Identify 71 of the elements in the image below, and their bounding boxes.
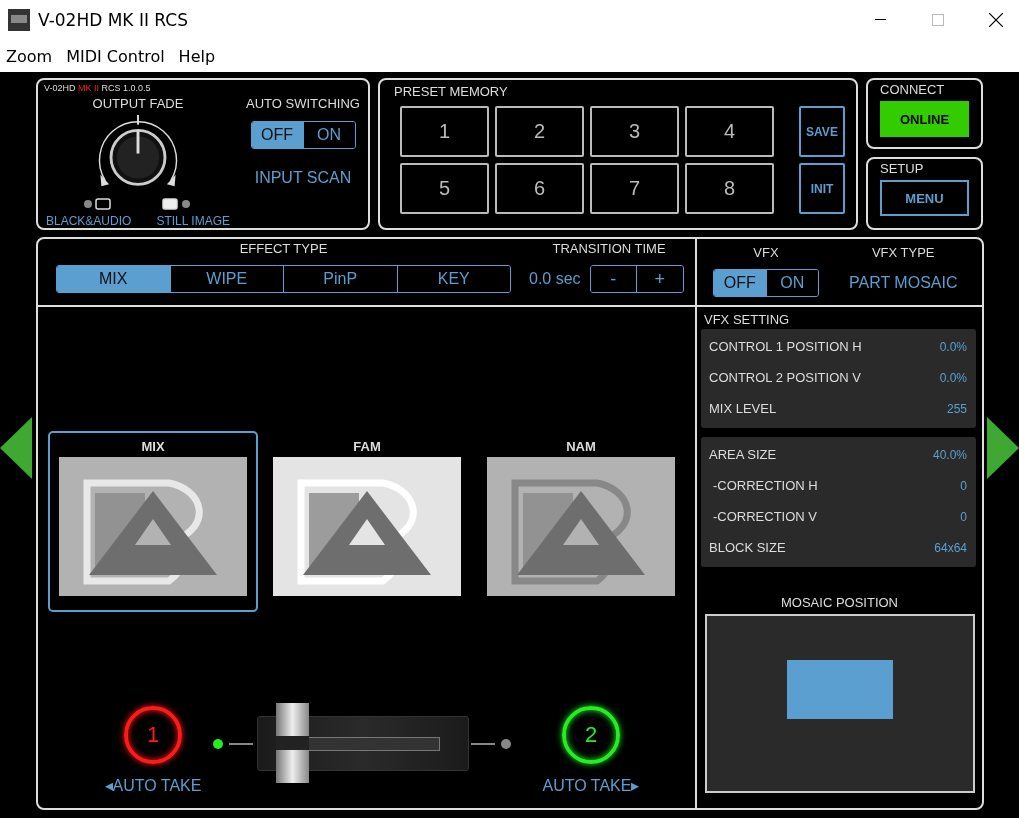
setting-label: CONTROL 1 POSITION H	[709, 339, 862, 354]
output-fade-label: OUTPUT FADE	[92, 96, 184, 111]
toggle-option[interactable]: ON	[765, 270, 818, 296]
setting-value[interactable]: 64x64	[934, 540, 967, 555]
mosaic-position-pad[interactable]	[705, 614, 975, 793]
effect-tab[interactable]: MIX	[57, 266, 170, 292]
minimize-icon[interactable]	[874, 19, 886, 21]
vfx-label: VFX	[753, 245, 779, 260]
mosaic-position-label: MOSAIC POSITION	[781, 595, 898, 610]
auto-switching-label: AUTO SWITCHING	[246, 96, 360, 111]
setting-label: BLOCK SIZE	[709, 540, 786, 555]
online-button[interactable]: ONLINE	[880, 101, 969, 137]
version-label: V-02HD MK II RCS 1.0.0.5	[44, 83, 151, 93]
toggle-option[interactable]: OFF	[251, 122, 303, 148]
bus-button[interactable]: 2	[562, 706, 620, 764]
menu-button[interactable]: MENU	[880, 180, 969, 216]
fader-handle[interactable]	[276, 703, 309, 783]
transition-time-value: 0.0 sec	[529, 270, 581, 288]
preset-memory-label: PRESET MEMORY	[394, 84, 508, 99]
preset-button[interactable]: 1	[400, 106, 489, 157]
setting-value[interactable]: 0.0%	[939, 370, 967, 385]
preset-action-button[interactable]: SAVE	[799, 106, 845, 157]
effect-tab[interactable]: KEY	[396, 266, 510, 292]
preset-button[interactable]: 3	[590, 106, 679, 157]
vfx-setting-label: VFX SETTING	[704, 312, 790, 327]
preset-button[interactable]: 8	[685, 163, 774, 214]
next-arrow-icon[interactable]	[987, 417, 1019, 479]
preview-card[interactable]: MIX	[48, 431, 258, 612]
toggle-option[interactable]: OFF	[714, 270, 766, 296]
window-title: V-02HD MK II RCS	[38, 10, 189, 30]
preset-button[interactable]: 4	[685, 106, 774, 157]
fade-mode-label[interactable]: BLACK&AUDIO	[46, 214, 132, 228]
preset-action-button[interactable]: INIT	[799, 163, 845, 214]
auto-take-button[interactable]: ◂AUTO TAKE	[104, 776, 202, 795]
connect-label: CONNECT	[880, 82, 946, 97]
preview-label: FAM	[353, 439, 381, 454]
preset-button[interactable]: 6	[495, 163, 584, 214]
effect-type-label: EFFECT TYPE	[239, 241, 328, 256]
preview-label: MIX	[141, 439, 165, 454]
bus-button[interactable]: 1	[124, 706, 182, 764]
menu-item[interactable]: Help	[178, 46, 216, 66]
transition-time-label: TRANSITION TIME	[552, 241, 666, 256]
preview-card[interactable]: FAM	[262, 431, 472, 612]
setup-label: SETUP	[880, 161, 925, 176]
setting-value[interactable]: 0	[960, 509, 967, 524]
vfx-type-label: VFX TYPE	[871, 245, 935, 260]
input-scan-button[interactable]: INPUT SCAN	[254, 169, 352, 187]
step-button[interactable]: +	[636, 266, 683, 292]
setting-value[interactable]: 0.0%	[939, 339, 967, 354]
auto-take-button[interactable]: AUTO TAKE▸	[542, 776, 640, 795]
setting-label: AREA SIZE	[709, 447, 777, 462]
preset-button[interactable]: 7	[590, 163, 679, 214]
menu-item[interactable]: MIDI Control	[66, 46, 165, 66]
fade-mode-label[interactable]: STILL IMAGE	[156, 214, 230, 228]
setting-label: CONTROL 2 POSITION V	[709, 370, 861, 385]
setting-value[interactable]: 255	[946, 401, 967, 416]
setting-value[interactable]: 0	[960, 478, 967, 493]
setting-value[interactable]: 40.0%	[932, 447, 967, 462]
preset-button[interactable]: 5	[400, 163, 489, 214]
toggle-option[interactable]: ON	[302, 122, 355, 148]
vfx-type-value[interactable]: PART MOSAIC	[849, 274, 958, 292]
setting-label: -CORRECTION V	[713, 509, 817, 524]
menu-item[interactable]: Zoom	[6, 46, 53, 66]
previous-arrow-icon[interactable]	[0, 417, 32, 479]
app-icon	[8, 9, 30, 31]
preview-label: NAM	[566, 439, 596, 454]
close-icon[interactable]	[989, 13, 1003, 27]
setting-label: MIX LEVEL	[709, 401, 777, 416]
setting-label: -CORRECTION H	[713, 478, 818, 493]
preset-button[interactable]: 2	[495, 106, 584, 157]
preview-card[interactable]: NAM	[476, 431, 686, 612]
